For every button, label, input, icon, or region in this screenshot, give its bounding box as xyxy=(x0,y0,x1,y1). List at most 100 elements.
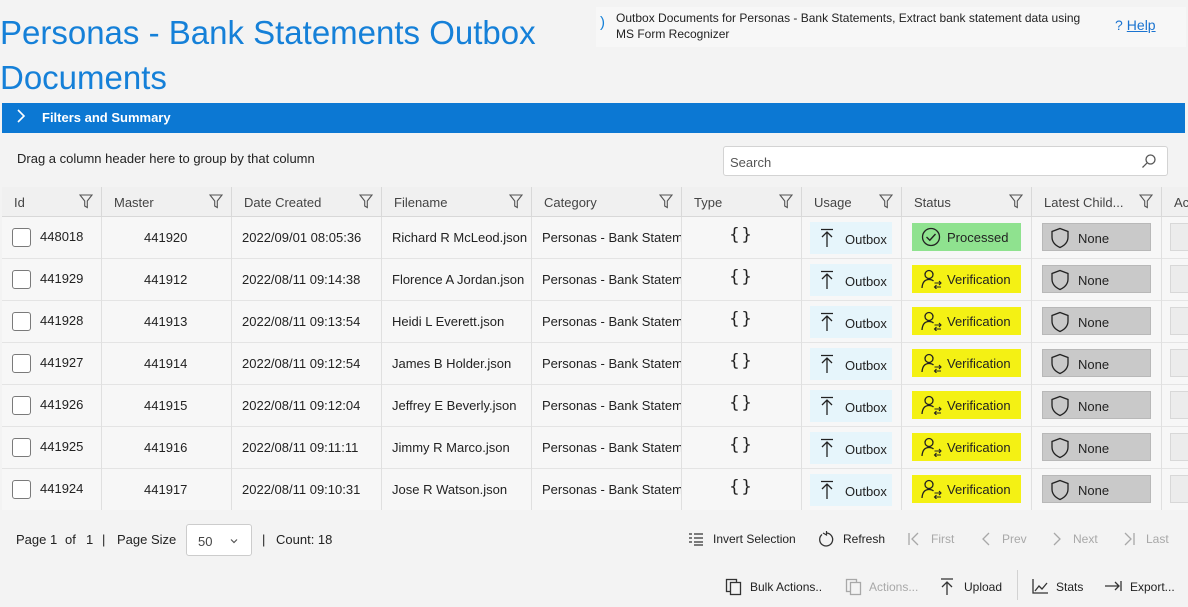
row-select-checkbox[interactable] xyxy=(12,480,31,499)
status-badge[interactable]: Verification xyxy=(912,307,1021,335)
row-filename: James B Holder.json xyxy=(392,356,512,371)
row-select-checkbox[interactable] xyxy=(12,438,31,457)
actions-label: Actions... xyxy=(869,580,919,594)
bulk-actions-button[interactable]: Bulk Actions.. xyxy=(725,576,825,600)
json-braces-icon: {} xyxy=(729,225,754,245)
column-header-filename[interactable]: Filename xyxy=(382,187,532,217)
status-badge[interactable]: Verification xyxy=(912,265,1021,293)
row-select-checkbox[interactable] xyxy=(12,270,31,289)
last-page-button[interactable]: Last xyxy=(1122,528,1172,552)
page-size-select[interactable]: 50 xyxy=(186,524,252,556)
column-header-id[interactable]: Id xyxy=(2,187,102,217)
column-header-status[interactable]: Status xyxy=(902,187,1032,217)
upload-button[interactable]: Upload xyxy=(939,576,1004,600)
table-row[interactable]: 441926 441915 2022/08/11 09:12:04 Jeffrey E… xyxy=(2,385,1188,427)
latest-child-badge[interactable]: None xyxy=(1042,349,1151,377)
filter-icon[interactable] xyxy=(778,194,794,214)
filter-icon[interactable] xyxy=(1138,194,1154,214)
refresh-button[interactable]: Refresh xyxy=(818,528,888,552)
row-date-created: 2022/08/11 09:14:38 xyxy=(242,272,361,287)
cell-filename: Richard R McLeod.json xyxy=(382,217,532,259)
next-page-label: Next xyxy=(1073,532,1098,546)
status-badge[interactable]: Verification xyxy=(912,391,1021,419)
row-action-button[interactable] xyxy=(1170,307,1188,335)
column-header-child[interactable]: Latest Child... xyxy=(1032,187,1162,217)
row-select-checkbox[interactable] xyxy=(12,312,31,331)
actions-button[interactable]: Actions... xyxy=(845,576,920,600)
cell-id: 441927 xyxy=(2,343,102,385)
status-badge[interactable]: Verification xyxy=(912,475,1021,503)
status-badge[interactable]: Verification xyxy=(912,349,1021,377)
status-badge[interactable]: Verification xyxy=(912,433,1021,461)
row-filename: Jeffrey E Beverly.json xyxy=(392,398,517,413)
status-label: Verification xyxy=(947,272,1011,287)
filter-icon[interactable] xyxy=(658,194,674,214)
latest-child-badge[interactable]: None xyxy=(1042,433,1151,461)
table-row[interactable]: 441929 441912 2022/08/11 09:14:38 Florence … xyxy=(2,259,1188,301)
column-header-label: Usage xyxy=(814,195,852,210)
column-header-date[interactable]: Date Created xyxy=(232,187,382,217)
export-button[interactable]: Export... xyxy=(1104,576,1179,600)
row-date-created: 2022/08/11 09:11:11 xyxy=(242,440,359,455)
column-header-label: Filename xyxy=(394,195,448,210)
usage-label: Outbox xyxy=(845,442,887,457)
table-row[interactable]: 441925 441916 2022/08/11 09:11:11 Jimmy R M… xyxy=(2,427,1188,469)
json-braces-icon: {} xyxy=(729,393,754,413)
row-select-checkbox[interactable] xyxy=(12,228,31,247)
row-select-checkbox[interactable] xyxy=(12,354,31,373)
latest-child-badge[interactable]: None xyxy=(1042,265,1151,293)
cell-usage: Outbox xyxy=(802,343,902,385)
row-date-created: 2022/08/11 09:13:54 xyxy=(242,314,361,329)
latest-child-badge[interactable]: None xyxy=(1042,307,1151,335)
filter-icon[interactable] xyxy=(358,194,374,214)
filters-summary-toggle[interactable]: Filters and Summary xyxy=(2,103,1185,133)
row-category: Personas - Bank Statements xyxy=(542,356,682,371)
row-select-checkbox[interactable] xyxy=(12,396,31,415)
column-header-category[interactable]: Category xyxy=(532,187,682,217)
last-page-label: Last xyxy=(1146,532,1169,546)
column-header-usage[interactable]: Usage xyxy=(802,187,902,217)
latest-child-badge[interactable]: None xyxy=(1042,391,1151,419)
table-row[interactable]: 441924 441917 2022/08/11 09:10:31 Jose R Wa… xyxy=(2,469,1188,510)
stats-button[interactable]: Stats xyxy=(1032,576,1087,600)
first-page-button[interactable]: First xyxy=(907,528,957,552)
row-action-button[interactable] xyxy=(1170,391,1188,419)
row-filename: Richard R McLeod.json xyxy=(392,230,528,245)
column-header-action[interactable]: Ac xyxy=(1162,187,1188,217)
cell-master: 441915 xyxy=(102,385,232,427)
cell-usage: Outbox xyxy=(802,385,902,427)
row-action-button[interactable] xyxy=(1170,475,1188,503)
search-icon[interactable] xyxy=(1141,153,1157,174)
row-filename: Jose R Watson.json xyxy=(392,482,508,497)
row-action-button[interactable] xyxy=(1170,433,1188,461)
group-by-drop-zone[interactable]: Drag a column header here to group by th… xyxy=(17,151,315,166)
filter-icon[interactable] xyxy=(78,194,94,214)
table-row[interactable]: 441927 441914 2022/08/11 09:12:54 James B H… xyxy=(2,343,1188,385)
filter-icon[interactable] xyxy=(208,194,224,214)
first-page-label: First xyxy=(931,532,955,546)
row-action-button[interactable] xyxy=(1170,349,1188,377)
filter-icon[interactable] xyxy=(1008,194,1024,214)
column-header-master[interactable]: Master xyxy=(102,187,232,217)
latest-child-badge[interactable]: None xyxy=(1042,475,1151,503)
invert-selection-button[interactable]: Invert Selection xyxy=(688,528,798,552)
next-page-button[interactable]: Next xyxy=(1051,528,1101,552)
filter-icon[interactable] xyxy=(508,194,524,214)
table-row[interactable]: 448018 441920 2022/09/01 08:05:36 Richard R… xyxy=(2,217,1188,259)
cell-category: Personas - Bank Statements xyxy=(532,385,682,427)
prev-page-button[interactable]: Prev xyxy=(980,528,1030,552)
cell-category: Personas - Bank Statements xyxy=(532,217,682,259)
row-master: 441912 xyxy=(144,272,188,287)
table-row[interactable]: 441928 441913 2022/08/11 09:13:54 Heidi L E… xyxy=(2,301,1188,343)
column-header-type[interactable]: Type xyxy=(682,187,802,217)
status-badge[interactable]: Processed xyxy=(912,223,1021,251)
row-action-button[interactable] xyxy=(1170,223,1188,251)
help-link[interactable]: ? Help xyxy=(1115,17,1156,33)
cell-type: {} xyxy=(682,301,802,343)
filter-icon[interactable] xyxy=(878,194,894,214)
row-action-button[interactable] xyxy=(1170,265,1188,293)
search-input[interactable] xyxy=(730,152,1130,172)
cell-usage: Outbox xyxy=(802,217,902,259)
latest-child-label: None xyxy=(1078,357,1110,372)
latest-child-badge[interactable]: None xyxy=(1042,223,1151,251)
